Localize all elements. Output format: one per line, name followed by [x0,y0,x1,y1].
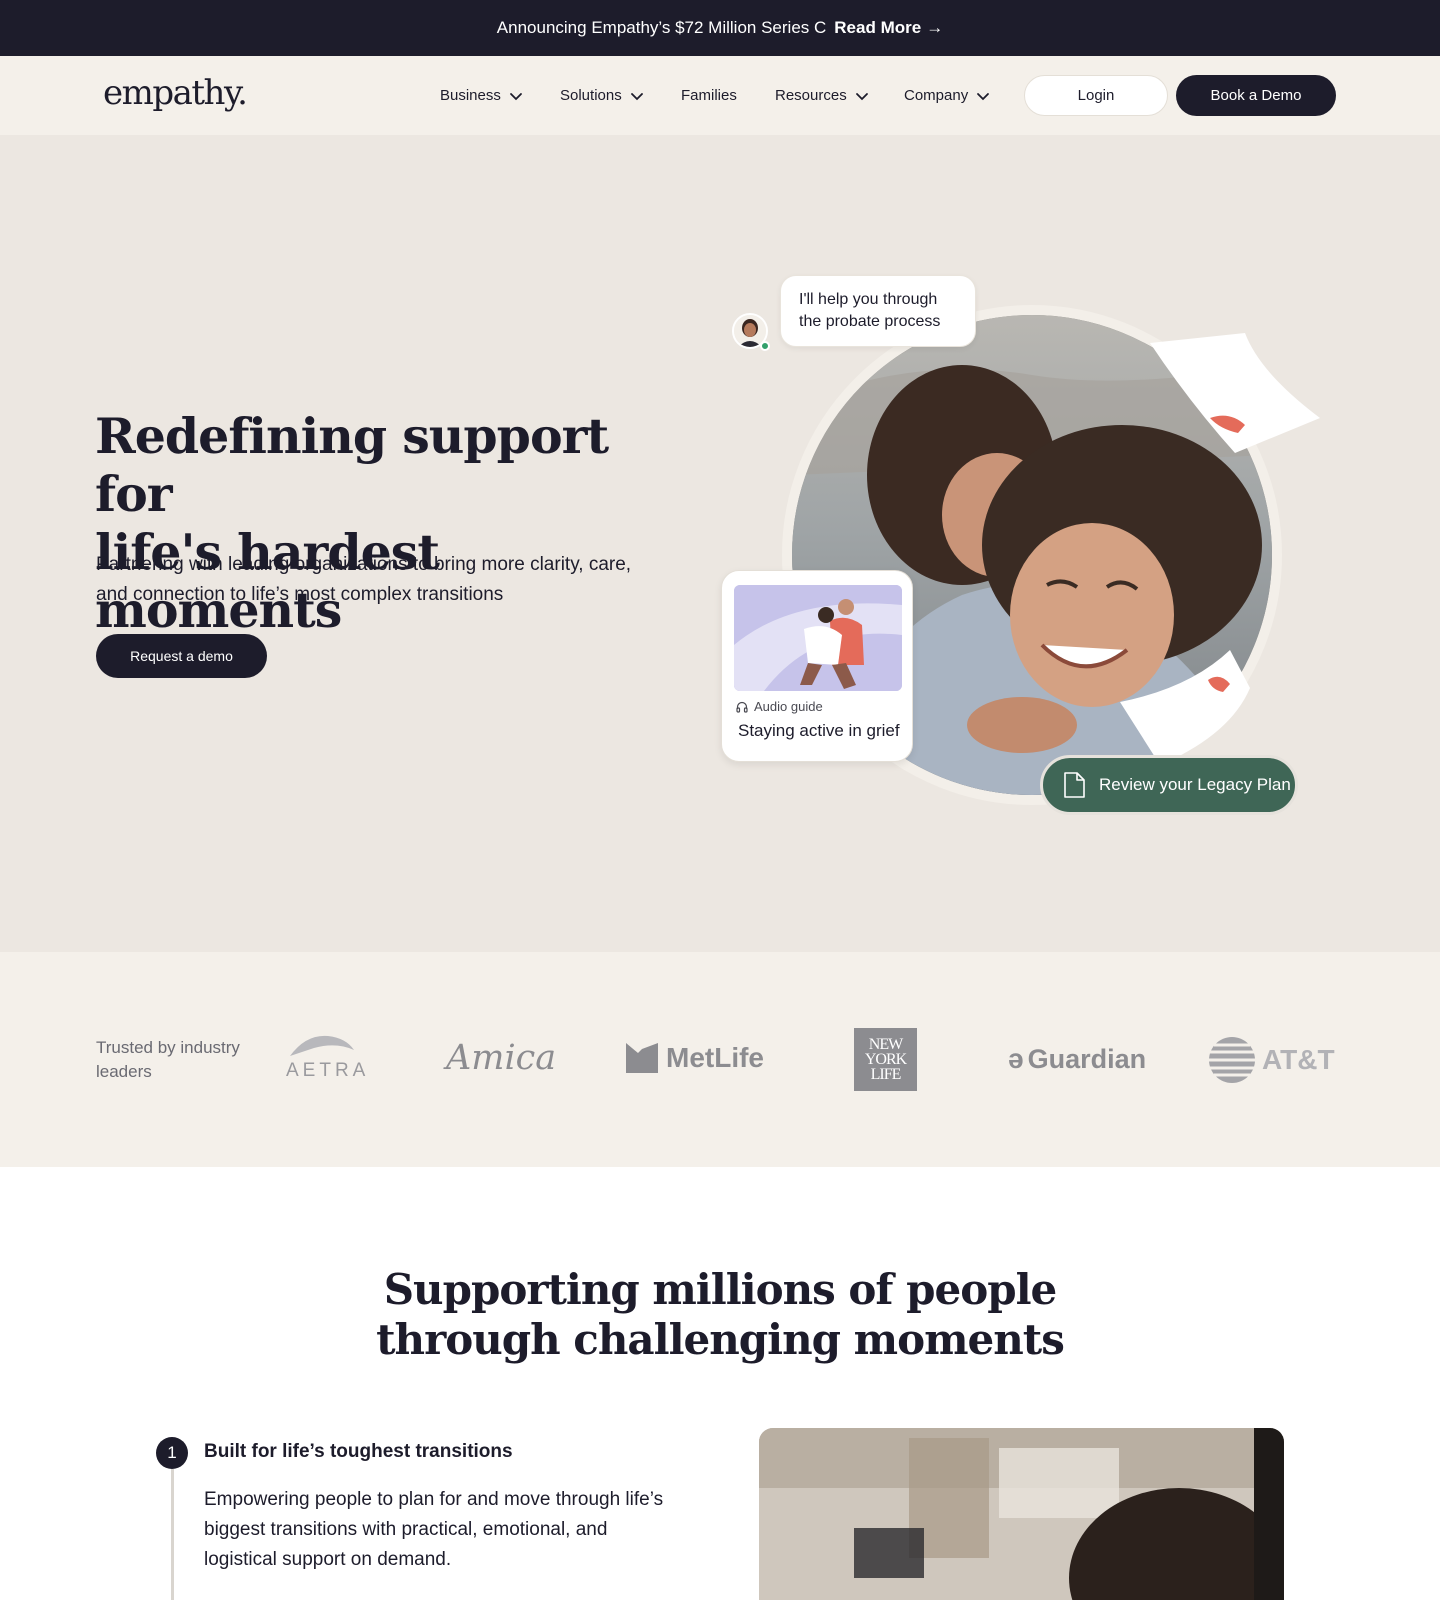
chevron-down-icon [509,89,523,103]
trusted-label-line: leaders [96,1062,152,1081]
nav-label: Families [681,87,737,104]
headphones-icon [736,701,748,713]
att-logo: AT&T [1208,1036,1335,1084]
nav-item-resources[interactable]: Resources [775,56,869,135]
chat-text-line: I'll help you through [799,291,938,308]
nav-item-solutions[interactable]: Solutions [560,56,644,135]
step-body: Empowering people to plan for and move t… [204,1489,664,1570]
step-title[interactable]: Built for life’s toughest transitions [204,1441,513,1463]
att-globe-icon [1209,1037,1255,1083]
metlife-mark-icon [626,1043,658,1073]
section-title: Supporting millions of people through ch… [0,1265,1440,1365]
nav-label: Company [904,87,969,104]
new-york-life-logo: NEW YORK LIFE [854,1028,917,1091]
announcement-text: Announcing Empathy’s $72 Million Series … [496,18,827,37]
audio-guide-illustration [734,585,902,691]
login-button[interactable]: Login [1024,75,1168,116]
nav-label: Solutions [560,87,622,104]
nyl-line: NEW [868,1036,903,1053]
nav-label: Resources [775,87,847,104]
site-header: empathy. Business Solutions Families Res… [0,56,1440,135]
chat-text-line: the probate process [799,313,941,330]
online-status-dot [760,341,770,351]
nyl-line: YORK [864,1051,907,1068]
att-wordmark: AT&T [1262,1044,1335,1075]
chevron-down-icon [976,89,990,103]
guardian-mark-icon: ə [1008,1043,1024,1074]
trusted-label-line: Trusted by industry [96,1038,240,1057]
nav-item-families[interactable]: Families [681,56,737,135]
hero-subtitle-line: and connection to life’s most complex tr… [96,584,504,605]
nav-item-company[interactable]: Company [904,56,990,135]
nav-label: Business [440,87,501,104]
chevron-down-icon [855,89,869,103]
aetra-wordmark: AETRA [286,1060,370,1081]
hero-subtitle: Partnering with leading organizations to… [96,550,656,610]
metlife-wordmark: MetLife [666,1042,764,1073]
audio-guide-card[interactable]: Audio guide Staying active in grief [721,570,913,762]
trusted-logos-section: Trusted by industry leaders AETRA Amica … [0,952,1440,1167]
audio-guide-title: Staying active in grief [738,721,900,740]
document-icon [1063,772,1085,798]
step-progress-line [171,1469,174,1600]
hero-title-line: Redefining support for [95,407,609,523]
chevron-down-icon [630,89,644,103]
supporting-section: Supporting millions of people through ch… [0,1167,1440,1600]
section-title-line: Supporting millions of people [383,1265,1058,1314]
audio-guide-label: Audio guide [736,699,823,714]
step-number-badge[interactable]: 1 [156,1437,188,1469]
announcement-bar: Announcing Empathy’s $72 Million Series … [0,0,1440,56]
amica-logo: Amica [446,1038,557,1078]
audio-guide-label-text: Audio guide [754,699,823,714]
floating-document-top [1150,333,1325,458]
read-more-link[interactable]: Read More [834,18,921,38]
nav-item-business[interactable]: Business [440,56,523,135]
hero-subtitle-line: Partnering with leading organizations to… [96,554,632,575]
request-demo-button[interactable]: Request a demo [96,634,267,678]
aetra-logo: AETRA [284,1030,365,1081]
arrow-right-icon[interactable]: → [926,18,943,38]
chat-bubble: I'll help you through the probate proces… [780,275,976,347]
review-legacy-plan-button[interactable]: Review your Legacy Plan [1040,755,1298,815]
legacy-plan-label: Review your Legacy Plan [1099,775,1291,794]
guardian-logo: ə Guardian [1008,1043,1146,1075]
trusted-label: Trusted by industry leaders [96,1036,256,1084]
section-title-line: through challenging moments [376,1315,1065,1364]
metlife-logo: MetLife [626,1042,764,1074]
guardian-wordmark: Guardian [1027,1043,1147,1074]
nyl-line: LIFE [870,1066,902,1083]
book-demo-button[interactable]: Book a Demo [1176,75,1336,116]
hero-illustration: I'll help you through the probate proces… [710,275,1350,835]
hero-section: Redefining support for life's hardest mo… [0,135,1440,952]
feature-photo [759,1428,1284,1600]
